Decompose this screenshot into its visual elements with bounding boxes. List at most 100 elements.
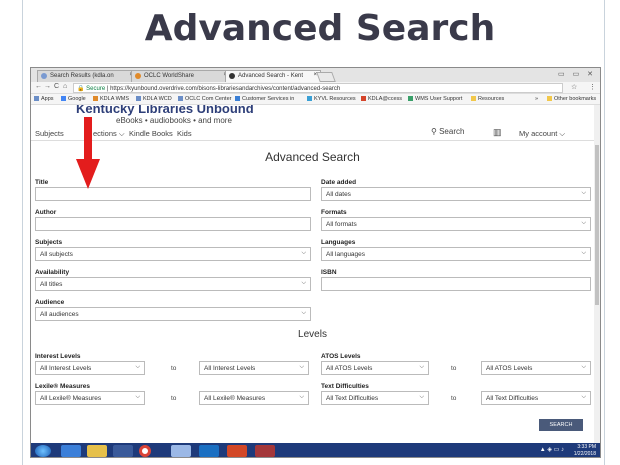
date-added-select[interactable]: All dates ⌵	[321, 187, 591, 201]
text-difficulties-to-select[interactable]: All Text Difficulties ⌵	[481, 391, 591, 405]
bookmark-resources[interactable]: Resources	[471, 96, 504, 102]
nav-kindle-books[interactable]: Kindle Books	[129, 129, 173, 138]
library-cards-icon[interactable]: ▥	[493, 127, 502, 138]
window-controls[interactable]: ▭ ▭ ✕	[558, 70, 596, 78]
author-input[interactable]	[35, 217, 311, 231]
access-icon[interactable]	[255, 445, 275, 457]
tab-search-results[interactable]: Search Results (kdla.on ×	[37, 70, 137, 82]
formats-select[interactable]: All formats ⌵	[321, 217, 591, 231]
atos-levels-from-select[interactable]: All ATOS Levels ⌵	[321, 361, 429, 375]
bookmark-icon	[408, 96, 413, 102]
ie-icon[interactable]	[61, 445, 81, 457]
select-value: All ATOS Levels	[326, 365, 373, 372]
bookmarks-bar: Apps Google KDLA WMS KDLA WCD OCLC Com C…	[31, 94, 600, 105]
select-value: All Interest Levels	[204, 365, 256, 372]
bookmark-icon	[93, 96, 98, 102]
tab-bar: Search Results (kdla.on × OCLC WorldShar…	[31, 68, 600, 82]
slide-title: Advanced Search	[144, 8, 496, 49]
bookmark-other-bookmarks[interactable]: Other bookmarks	[547, 96, 596, 102]
bookmark-kyvl-resources[interactable]: KYVL Resources	[307, 96, 356, 102]
url-text: https://kyunbound.overdrive.com/bisons-l…	[110, 86, 341, 92]
chevron-down-icon: ⌵	[581, 394, 586, 400]
bookmark-oclc-com-center[interactable]: OCLC Com Center	[178, 96, 231, 102]
page-scrollbar[interactable]	[594, 105, 600, 445]
powerpoint-icon[interactable]	[227, 445, 247, 457]
subjects-select[interactable]: All subjects ⌵	[35, 247, 311, 261]
tab-advanced-search[interactable]: Advanced Search - Kent ×	[225, 70, 321, 82]
taskbar-clock[interactable]: 3:33 PM 1/22/2018	[574, 444, 596, 457]
library-logo[interactable]: Kentucky Libraries Unbound	[76, 105, 254, 116]
select-value: All audiences	[40, 311, 79, 318]
chevron-down-icon: ⌵	[299, 394, 304, 400]
start-icon[interactable]	[35, 445, 51, 457]
bookmark-label: OCLC Com Center	[185, 96, 232, 102]
media-player-icon[interactable]	[113, 445, 133, 457]
windows-taskbar: ▲ ◈ ▭ ♪ 3:33 PM 1/22/2018	[31, 443, 600, 457]
languages-label: Languages	[321, 239, 356, 246]
chevron-down-icon: ⌵	[135, 364, 140, 370]
isbn-input[interactable]	[321, 277, 591, 291]
tab-label: OCLC WorldShare	[144, 73, 194, 79]
range-to-label: to	[171, 395, 177, 402]
outlook-icon[interactable]	[199, 445, 219, 457]
isbn-label: ISBN	[321, 269, 337, 276]
audience-select[interactable]: All audiences ⌵	[35, 307, 311, 321]
advanced-search-heading: Advanced Search	[265, 150, 360, 164]
search-button[interactable]: SEARCH	[539, 419, 583, 431]
author-label: Author	[35, 209, 57, 216]
lexile-to-select[interactable]: All Lexile® Measures ⌵	[199, 391, 309, 405]
notepad-icon[interactable]	[171, 445, 191, 457]
bookmark-kdla-access[interactable]: KDLA@ccess	[361, 96, 402, 102]
site-nav: Subjects ections ⌵ Kindle Books Kids ⚲ S…	[31, 127, 594, 141]
lock-icon: 🔒	[77, 86, 85, 92]
file-explorer-icon[interactable]	[87, 445, 107, 457]
availability-select[interactable]: All titles ⌵	[35, 277, 311, 291]
forward-icon[interactable]: →	[44, 83, 51, 90]
select-value: All subjects	[40, 251, 73, 258]
lexile-from-select[interactable]: All Lexile® Measures ⌵	[35, 391, 145, 405]
nav-subjects[interactable]: Subjects	[35, 129, 64, 138]
select-value: All languages	[326, 251, 366, 258]
languages-select[interactable]: All languages ⌵	[321, 247, 591, 261]
google-icon	[61, 96, 66, 102]
select-value: All Text Difficulties	[326, 395, 379, 402]
scrollbar-thumb[interactable]	[595, 145, 599, 305]
bookmark-label: WMS User Support	[415, 96, 463, 102]
bookmark-kdla-wms[interactable]: KDLA WMS	[93, 96, 129, 102]
arrow-head	[76, 159, 100, 189]
nav-kids[interactable]: Kids	[177, 129, 192, 138]
system-tray[interactable]: ▲ ◈ ▭ ♪	[540, 446, 564, 453]
interest-levels-label: Interest Levels	[35, 353, 81, 360]
bookmarks-overflow[interactable]: »	[535, 96, 538, 102]
bookmark-kdla-wcd[interactable]: KDLA WCD	[136, 96, 172, 102]
bookmark-label: KDLA WCD	[143, 96, 172, 102]
back-icon[interactable]: ←	[35, 83, 42, 90]
nav-search[interactable]: ⚲ Search	[431, 127, 464, 136]
atos-levels-to-select[interactable]: All ATOS Levels ⌵	[481, 361, 591, 375]
folder-icon	[547, 96, 552, 102]
bookmark-google[interactable]: Google	[61, 96, 86, 102]
bookmark-customer-services[interactable]: Customer Services in	[235, 96, 294, 102]
bookmark-label: Google	[68, 96, 86, 102]
home-icon[interactable]: ⌂	[63, 83, 67, 90]
new-tab-button[interactable]	[316, 72, 336, 82]
bookmark-wms-user-support[interactable]: WMS User Support	[408, 96, 462, 102]
menu-icon[interactable]: ⋮	[589, 83, 596, 91]
url-input[interactable]: 🔒 Secure | https://kyunbound.overdrive.c…	[73, 83, 563, 93]
chevron-down-icon: ⌵	[301, 250, 306, 256]
reload-icon[interactable]: C	[54, 83, 59, 90]
select-value: All Text Difficulties	[486, 395, 539, 402]
chrome-icon[interactable]	[139, 445, 151, 457]
bookmark-label: KYVL Resources	[314, 96, 356, 102]
star-icon[interactable]: ☆	[571, 83, 577, 91]
bookmark-apps[interactable]: Apps	[34, 96, 54, 102]
select-value: All Lexile® Measures	[204, 395, 266, 402]
interest-levels-from-select[interactable]: All Interest Levels ⌵	[35, 361, 145, 375]
nav-my-account[interactable]: My account ⌵	[519, 129, 565, 139]
tab-oclc-worldshare[interactable]: OCLC WorldShare ×	[131, 70, 231, 82]
chevron-down-icon: ⌵	[419, 394, 424, 400]
title-input[interactable]	[35, 187, 311, 201]
interest-levels-to-select[interactable]: All Interest Levels ⌵	[199, 361, 309, 375]
text-difficulties-from-select[interactable]: All Text Difficulties ⌵	[321, 391, 429, 405]
clock-time: 3:33 PM	[577, 444, 596, 450]
